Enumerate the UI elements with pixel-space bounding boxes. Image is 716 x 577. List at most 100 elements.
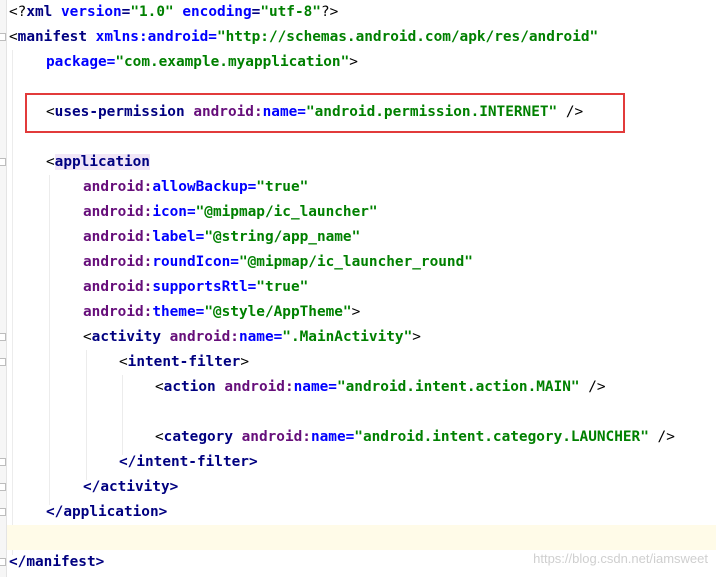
- attr-value: "@string/app_name": [204, 229, 361, 245]
- tag-bracket: <: [9, 29, 18, 45]
- code-line-application-close[interactable]: </application>: [46, 500, 167, 525]
- pi-open: <?: [9, 4, 27, 20]
- tag-name: manifest: [17, 29, 87, 45]
- tag-bracket: />: [579, 379, 606, 395]
- tag-bracket: >: [349, 54, 358, 70]
- code-line-application-open[interactable]: <application: [46, 150, 150, 175]
- fold-marker-activity[interactable]: [0, 333, 6, 341]
- tag-bracket: <: [46, 154, 55, 170]
- tag-bracket: <: [155, 379, 164, 395]
- equals: =: [195, 229, 205, 245]
- watermark: https://blog.csdn.net/iamsweet: [533, 551, 708, 566]
- attr-name: supportsRtl: [152, 279, 248, 295]
- attr-value: "utf-8": [260, 4, 321, 20]
- fold-marker-manifest-end[interactable]: [0, 558, 6, 566]
- indent-guide: [12, 50, 13, 555]
- tag-bracket: >: [240, 354, 249, 370]
- code-line-intent-filter-close[interactable]: </intent-filter>: [119, 450, 258, 475]
- attr-name: name: [293, 379, 329, 395]
- attr-name: roundIcon: [152, 254, 231, 270]
- tag-name: intent-filter: [127, 354, 241, 370]
- pi-keyword: xml: [26, 4, 53, 20]
- tag-bracket: <: [83, 329, 92, 345]
- attr-value: "android.intent.action.MAIN": [336, 379, 580, 395]
- closing-tag: </application>: [46, 504, 168, 520]
- indent-guide: [86, 350, 87, 480]
- attr-value: "@style/AppTheme": [204, 304, 352, 320]
- namespace-prefix: android:: [83, 204, 153, 220]
- equals: =: [230, 254, 239, 270]
- namespace-prefix: android:: [83, 229, 153, 245]
- code-line-attribute[interactable]: android:icon="@mipmap/ic_launcher": [83, 200, 378, 225]
- fold-marker-application[interactable]: [0, 158, 6, 166]
- code-line-attribute[interactable]: android:roundIcon="@mipmap/ic_launcher_r…: [83, 250, 473, 275]
- tag-name: action: [163, 379, 216, 395]
- attr-value: "true": [256, 179, 309, 195]
- annotation-highlight-box: [25, 93, 625, 133]
- namespace-prefix: android:: [215, 379, 294, 395]
- attr-name: label: [152, 229, 196, 245]
- equals: =: [186, 204, 196, 220]
- tag-name: activity: [91, 329, 161, 345]
- tag-name: category: [163, 429, 233, 445]
- code-line-attribute[interactable]: android:allowBackup="true": [83, 175, 308, 200]
- fold-marker-activity-end[interactable]: [0, 483, 6, 491]
- equals: =: [247, 179, 257, 195]
- code-line-manifest-open[interactable]: <manifest xmlns:android="http://schemas.…: [9, 25, 598, 50]
- closing-tag: </manifest>: [9, 554, 105, 570]
- pi-close: ?>: [320, 4, 339, 20]
- current-line-highlight: [7, 525, 716, 550]
- code-line-intent-filter-open[interactable]: <intent-filter>: [119, 350, 249, 375]
- equals: =: [208, 29, 217, 45]
- attr-value: "http://schemas.android.com/apk/res/andr…: [216, 29, 599, 45]
- attr-name: icon: [152, 204, 187, 220]
- code-line-xml-declaration[interactable]: <?xml version="1.0" encoding="utf-8"?>: [9, 0, 338, 25]
- attr-value: "@mipmap/ic_launcher_round": [238, 254, 473, 270]
- equals: =: [345, 429, 355, 445]
- code-line-package[interactable]: package="com.example.myapplication">: [46, 50, 358, 75]
- attr-value: "@mipmap/ic_launcher": [195, 204, 378, 220]
- namespace-prefix: android:: [83, 279, 153, 295]
- fold-marker-intent-filter-end[interactable]: [0, 458, 6, 466]
- attr-name: package: [46, 54, 107, 70]
- namespace-prefix: android:: [232, 429, 311, 445]
- namespace-prefix: android:: [83, 179, 153, 195]
- attr-value: "com.example.myapplication": [115, 54, 350, 70]
- fold-marker-application-end[interactable]: [0, 508, 6, 516]
- tag-bracket: />: [648, 429, 675, 445]
- attr-name: allowBackup: [152, 179, 248, 195]
- tag-bracket: <: [119, 354, 128, 370]
- indent-guide: [49, 175, 50, 505]
- equals: =: [195, 304, 205, 320]
- code-line-activity-open[interactable]: <activity android:name=".MainActivity">: [83, 325, 421, 350]
- tag-name: application: [54, 154, 150, 170]
- attr-value: ".MainActivity": [282, 329, 413, 345]
- namespace-prefix: android:: [83, 304, 153, 320]
- tag-bracket: >: [412, 329, 421, 345]
- code-line-activity-close[interactable]: </activity>: [83, 475, 178, 500]
- attr-name: name: [238, 329, 274, 345]
- code-editor[interactable]: <?xml version="1.0" encoding="utf-8"?> <…: [0, 0, 716, 577]
- code-line-category[interactable]: <category android:name="android.intent.c…: [155, 425, 675, 450]
- namespace-prefix: android:: [160, 329, 239, 345]
- fold-marker-manifest[interactable]: [0, 33, 6, 41]
- equals: =: [328, 379, 337, 395]
- equals: =: [247, 279, 257, 295]
- attr-name: name: [310, 429, 346, 445]
- attr-value: "true": [256, 279, 309, 295]
- code-line-action[interactable]: <action android:name="android.intent.act…: [155, 375, 606, 400]
- code-line-attribute[interactable]: android:supportsRtl="true": [83, 275, 308, 300]
- namespace-prefix: android:: [83, 254, 153, 270]
- fold-marker-intent-filter[interactable]: [0, 358, 6, 366]
- attr-name: version: [61, 4, 122, 20]
- tag-bracket: <: [155, 429, 164, 445]
- attr-value: "1.0": [130, 4, 174, 20]
- code-line-attribute[interactable]: android:theme="@style/AppTheme">: [83, 300, 360, 325]
- closing-tag: </intent-filter>: [119, 454, 258, 470]
- tag-bracket: >: [351, 304, 361, 320]
- code-line-attribute[interactable]: android:label="@string/app_name": [83, 225, 360, 250]
- code-line-manifest-close[interactable]: </manifest>: [9, 550, 104, 575]
- equals: =: [273, 329, 283, 345]
- attr-value: "android.intent.category.LAUNCHER": [354, 429, 649, 445]
- attr-name: encoding: [182, 4, 252, 20]
